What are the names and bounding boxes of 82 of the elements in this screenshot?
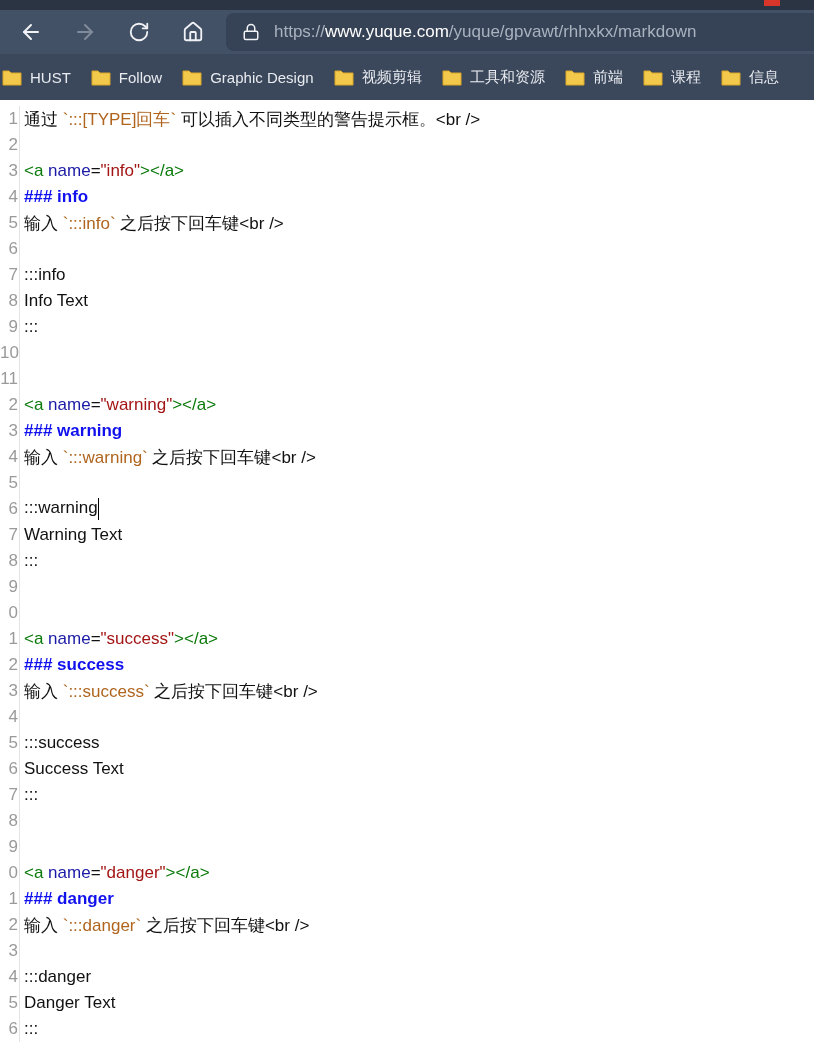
line-number: 8	[0, 808, 20, 834]
line-number: 3	[0, 158, 20, 184]
code-line: 通过 `:::[TYPE]回车` 可以插入不同类型的警告提示框。<br />	[23, 108, 481, 131]
code-line: ### danger	[23, 889, 114, 909]
line-number: 5	[0, 990, 20, 1016]
lock-icon	[242, 23, 260, 41]
bookmark-folder[interactable]: 视频剪辑	[333, 67, 422, 87]
line-number: 1	[0, 886, 20, 912]
folder-icon	[564, 68, 585, 86]
code-line: 输入 `:::warning` 之后按下回车键<br />	[23, 446, 316, 469]
code-line: :::warning	[23, 498, 99, 520]
line-number: 8	[0, 548, 20, 574]
line-number: 2	[0, 912, 20, 938]
reload-icon	[128, 21, 150, 43]
line-number: 6	[0, 496, 20, 522]
code-line: :::	[23, 551, 39, 571]
line-number: 9	[0, 834, 20, 860]
bookmark-folder[interactable]: Graphic Design	[182, 68, 314, 86]
line-number: 3	[0, 938, 20, 964]
bookmark-folder[interactable]: 前端	[564, 67, 623, 87]
bookmark-folder[interactable]: HUST	[2, 68, 71, 86]
line-number: 10	[0, 340, 20, 366]
folder-icon	[441, 68, 462, 86]
line-number: 4	[0, 184, 20, 210]
bookmark-folder[interactable]: 工具和资源	[441, 67, 545, 87]
line-number: 3	[0, 678, 20, 704]
line-number: 6	[0, 1016, 20, 1042]
line-number: 0	[0, 860, 20, 886]
line-number: 7	[0, 262, 20, 288]
line-number: 5	[0, 470, 20, 496]
code-line: :::	[23, 1019, 39, 1039]
line-number: 4	[0, 964, 20, 990]
line-number: 9	[0, 314, 20, 340]
line-number: 5	[0, 730, 20, 756]
code-line: ### info	[23, 187, 89, 207]
bookmark-folder[interactable]: 信息	[720, 67, 779, 87]
code-line: Warning Text	[23, 525, 123, 545]
line-number: 6	[0, 236, 20, 262]
line-number: 9	[0, 574, 20, 600]
line-number: 0	[0, 600, 20, 626]
line-number: 11	[0, 366, 20, 392]
code-line: :::	[23, 317, 39, 337]
code-line: :::danger	[23, 967, 92, 987]
home-icon	[182, 21, 204, 43]
folder-icon	[642, 68, 663, 86]
folder-icon	[720, 68, 741, 86]
code-line: :::info	[23, 265, 66, 285]
folder-icon	[333, 68, 354, 86]
code-line: <a name="info"></a>	[23, 161, 185, 181]
code-line: Info Text	[23, 291, 88, 311]
code-line: ### warning	[23, 421, 123, 441]
line-number: 6	[0, 756, 20, 782]
address-bar[interactable]: https://www.yuque.com/yuque/gpvawt/rhhxkx/markdown	[226, 13, 814, 51]
line-number: 7	[0, 782, 20, 808]
bookmark-folder[interactable]: Follow	[90, 68, 163, 86]
code-line: 输入 `:::info` 之后按下回车键<br />	[23, 212, 284, 235]
code-line: <a name="warning"></a>	[23, 395, 217, 415]
line-number: 2	[0, 132, 20, 158]
line-number: 3	[0, 418, 20, 444]
tab-favicon-icon	[764, 0, 780, 6]
code-line: 输入 `:::danger` 之后按下回车键<br />	[23, 914, 310, 937]
code-line: :::success	[23, 733, 100, 753]
folder-icon	[182, 68, 203, 86]
code-line: <a name="success"></a>	[23, 629, 219, 649]
line-number: 1	[0, 626, 20, 652]
line-number: 7	[0, 522, 20, 548]
line-number: 4	[0, 444, 20, 470]
line-number: 5	[0, 210, 20, 236]
code-line: ### success	[23, 655, 125, 675]
code-line: Success Text	[23, 759, 124, 779]
bookmark-folder[interactable]: 课程	[642, 67, 701, 87]
line-number: 1	[0, 106, 20, 132]
line-number: 2	[0, 652, 20, 678]
line-number: 4	[0, 704, 20, 730]
line-number: 2	[0, 392, 20, 418]
code-line: <a name="danger"></a>	[23, 863, 210, 883]
code-line: 输入 `:::success` 之后按下回车键<br />	[23, 680, 318, 703]
folder-icon	[2, 68, 22, 86]
line-number: 8	[0, 288, 20, 314]
code-line: Danger Text	[23, 993, 116, 1013]
folder-icon	[90, 68, 111, 86]
code-line: :::	[23, 785, 39, 805]
